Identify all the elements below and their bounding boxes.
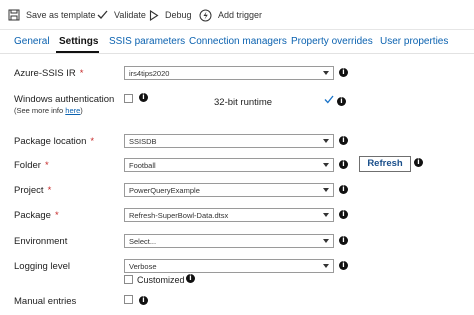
package-location-select[interactable]: SSISDB [124, 134, 334, 148]
validate-button[interactable]: Validate [97, 7, 146, 23]
tab-settings[interactable]: Settings [59, 36, 98, 47]
customized-checkbox[interactable] [124, 275, 133, 284]
tabs-divider [0, 53, 474, 54]
manual-entries-info-icon[interactable]: i [139, 296, 148, 305]
manual-entries-label: Manual entries [14, 296, 77, 307]
customized-info-icon[interactable]: i [186, 274, 195, 283]
runtime32-label: 32-bit runtime [214, 97, 273, 108]
logging-level-label: Logging level [14, 261, 70, 272]
folder-value: Football [129, 161, 156, 170]
required-marker: * [90, 136, 95, 147]
ir-info-icon[interactable]: i [339, 68, 348, 77]
save-icon [8, 9, 20, 21]
environment-label: Environment [14, 236, 68, 247]
windows-auth-subtext: (See more info here) [14, 106, 83, 115]
tab-general[interactable]: General [14, 36, 50, 47]
add-trigger-button[interactable]: Add trigger [199, 7, 262, 23]
environment-info-icon[interactable]: i [339, 236, 348, 245]
ir-select[interactable]: irs4tips2020 [124, 66, 334, 80]
checkmark-icon [324, 95, 334, 104]
tab-ssis-parameters[interactable]: SSIS parameters [109, 36, 185, 47]
required-marker: * [54, 210, 59, 221]
logging-level-select[interactable]: Verbose [124, 259, 334, 273]
validate-label: Validate [114, 10, 146, 20]
save-as-template-button[interactable]: Save as template [8, 7, 96, 23]
logging-level-value: Verbose [129, 262, 157, 271]
environment-select[interactable]: Select... [124, 234, 334, 248]
chevron-down-icon [323, 264, 329, 268]
project-value: PowerQueryExample [129, 186, 200, 195]
windows-auth-label: Windows authentication [14, 94, 115, 105]
play-icon [149, 9, 159, 21]
chevron-down-icon [323, 188, 329, 192]
checkmark-icon [97, 10, 108, 19]
chevron-down-icon [323, 71, 329, 75]
tab-connection-managers[interactable]: Connection managers [189, 36, 287, 47]
package-select[interactable]: Refresh-SuperBowl-Data.dtsx [124, 208, 334, 222]
toolbar-divider [0, 29, 474, 30]
tab-property-overrides[interactable]: Property overrides [291, 36, 373, 47]
folder-select[interactable]: Football [124, 158, 334, 172]
required-marker: * [79, 68, 84, 79]
project-info-icon[interactable]: i [339, 185, 348, 194]
folder-info-icon[interactable]: i [339, 160, 348, 169]
add-trigger-label: Add trigger [218, 10, 263, 20]
package-location-label: Package location * [14, 136, 95, 147]
required-marker: * [47, 185, 52, 196]
here-link[interactable]: here [65, 106, 80, 115]
folder-label: Folder * [14, 160, 49, 171]
chevron-down-icon [323, 239, 329, 243]
debug-button[interactable]: Debug [149, 7, 192, 23]
package-value: Refresh-SuperBowl-Data.dtsx [129, 211, 229, 220]
windows-auth-info-icon[interactable]: i [139, 93, 148, 102]
logging-level-info-icon[interactable]: i [339, 261, 348, 270]
refresh-info-icon[interactable]: i [414, 158, 423, 167]
package-info-icon[interactable]: i [339, 210, 348, 219]
project-select[interactable]: PowerQueryExample [124, 183, 334, 197]
runtime32-info-icon[interactable]: i [337, 97, 346, 106]
manual-entries-checkbox[interactable] [124, 295, 133, 304]
runtime32-checkbox[interactable] [324, 95, 334, 104]
package-label: Package * [14, 210, 59, 221]
tab-user-properties[interactable]: User properties [380, 36, 448, 47]
required-marker: * [44, 160, 49, 171]
customized-label: Customized [137, 275, 185, 285]
windows-auth-checkbox[interactable] [124, 94, 133, 103]
package-location-info-icon[interactable]: i [339, 136, 348, 145]
refresh-button[interactable]: Refresh [359, 156, 411, 172]
environment-value: Select... [129, 237, 157, 246]
debug-label: Debug [165, 10, 192, 20]
chevron-down-icon [323, 213, 329, 217]
ir-label: Azure-SSIS IR * [14, 68, 84, 79]
trigger-icon [199, 9, 212, 21]
chevron-down-icon [323, 163, 329, 167]
chevron-down-icon [323, 139, 329, 143]
project-label: Project * [14, 185, 52, 196]
ir-value: irs4tips2020 [129, 69, 170, 78]
package-location-value: SSISDB [129, 137, 157, 146]
save-as-template-label: Save as template [26, 10, 96, 20]
